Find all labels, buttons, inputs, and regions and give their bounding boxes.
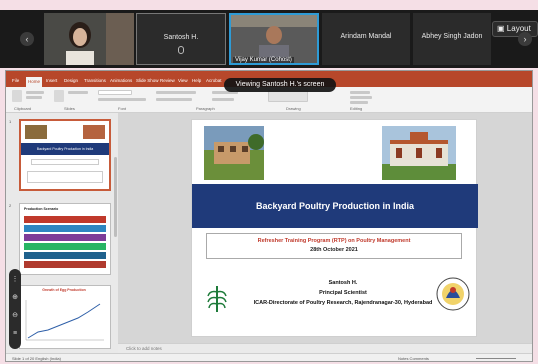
drag-handle-icon[interactable]: ≡ (9, 327, 21, 341)
participant-tile-abhey[interactable]: Abhey Singh Jadon (413, 13, 491, 65)
participant-strip: ‹ Santosh H. Vijay Kumar (Cohost) Arinda… (0, 10, 538, 68)
thumbnail-row (24, 252, 106, 259)
thumbnail-photo (83, 125, 105, 139)
ribbon-group-label: Editing (350, 106, 363, 111)
menu-review[interactable]: Review (160, 78, 175, 83)
person-video-icon (44, 13, 134, 65)
slide-date: 28th October 2021 (310, 247, 358, 253)
icar-logo-icon (202, 282, 232, 316)
slide-program: Refresher Training Program (RTP) on Poul… (257, 238, 411, 244)
participant-tile-santosh[interactable]: Santosh H. (136, 13, 226, 65)
menu-transitions[interactable]: Transitions (84, 78, 106, 83)
zoom-window: ‹ Santosh H. Vijay Kumar (Cohost) Arinda… (0, 0, 538, 364)
thumbnails-scrollbar[interactable] (114, 157, 117, 237)
menu-home[interactable]: Home (26, 77, 43, 87)
zoom-side-toolbar: ⋮ ⊕ ⊖ ≡ (9, 269, 21, 349)
paste-button[interactable] (12, 90, 22, 102)
status-left: Slide 1 of 20 English (India) (12, 356, 61, 361)
thumbnail-title: Backyard Poultry Production in India (21, 143, 109, 155)
menu-file[interactable]: File (12, 78, 19, 83)
thumbnail-number: 2 (9, 203, 12, 208)
thumbnail-title: Production Scenario (24, 207, 59, 211)
building-photo (204, 126, 264, 180)
chevron-left-icon[interactable]: ‹ (20, 32, 34, 46)
participant-tile-arindam[interactable]: Arindam Mandal (322, 13, 410, 65)
thumbnail-row (24, 261, 106, 268)
thumbnail-row (24, 225, 106, 232)
shared-screen: File Home Insert Design Transitions Anim… (5, 70, 533, 362)
ribbon-control[interactable] (98, 98, 146, 101)
speaker-name: Santosh H. (328, 280, 358, 286)
zoom-slider[interactable] (476, 358, 516, 359)
menu-slideshow[interactable]: Slide Show (136, 78, 159, 83)
slide-speaker-area: Santosh H. Principal Scientist ICAR-Dire… (192, 277, 478, 332)
thumbnail-slide-1[interactable]: Backyard Poultry Production in India (19, 119, 111, 191)
thumbnail-slide-2[interactable]: Production Scenario (19, 203, 111, 275)
thumbnail-photo (25, 125, 47, 139)
slide-editor: Backyard Poultry Production in India Ref… (118, 113, 532, 353)
speaker-institute: ICAR-Directorate of Poultry Research, Ra… (253, 300, 433, 306)
thumbnail-row (24, 243, 106, 250)
thumbnail-text (31, 159, 99, 165)
ribbon-control[interactable] (156, 91, 196, 94)
menu-animations[interactable]: Animations (110, 78, 132, 83)
participant-name: Santosh H. (163, 34, 199, 41)
chevron-right-icon[interactable]: › (518, 32, 532, 46)
institute-building-photo (382, 126, 456, 180)
ribbon-control[interactable] (350, 101, 368, 104)
participant-tile-vijay[interactable]: Vijay Kumar (Cohost) (229, 13, 319, 65)
thumbnail-row (24, 216, 106, 223)
ribbon-group-label: Slides (64, 106, 75, 111)
menu-insert[interactable]: Insert (46, 78, 57, 83)
zoom-out-icon[interactable]: ⊖ (9, 309, 21, 323)
ribbon-group-label: Font (118, 106, 127, 111)
zoom-in-icon[interactable]: ⊕ (9, 291, 21, 305)
viewing-screen-banner: Viewing Santosh H.'s screen (224, 78, 336, 92)
more-icon[interactable]: ⋮ (9, 273, 21, 287)
thumbnail-line-chart (25, 300, 104, 341)
menu-help[interactable]: Help (192, 78, 201, 83)
status-bar: Slide 1 of 20 English (India) Notes Comm… (6, 353, 532, 361)
thumbnail-number: 1 (9, 119, 12, 124)
thumbnail-slide-3[interactable]: Growth of Egg Production (19, 285, 111, 349)
ribbon-control[interactable] (68, 91, 88, 94)
notes-pane[interactable]: Click to add notes (118, 343, 532, 353)
new-slide-button[interactable] (54, 90, 64, 102)
ribbon-control[interactable] (26, 96, 42, 99)
ribbon-control[interactable] (156, 98, 192, 101)
participant-video-self[interactable] (44, 13, 134, 65)
menu-view[interactable]: View (178, 78, 188, 83)
ribbon-group-label: Drawing (286, 106, 301, 111)
mic-icon (178, 46, 184, 54)
ribbon-control[interactable] (26, 91, 44, 94)
layout-icon: ▣ (497, 24, 505, 33)
dpr-logo-icon (436, 277, 470, 311)
ribbon-group-label: Paragraph (196, 106, 215, 111)
thumbnail-row (24, 234, 106, 241)
participant-name: Arindam Mandal (340, 33, 392, 40)
participant-name: Vijay Kumar (Cohost) (233, 57, 294, 63)
font-name-select[interactable] (98, 90, 132, 95)
participant-name: Abhey Singh Jadon (421, 33, 483, 40)
thumbnail-text (27, 171, 103, 183)
thumbnail-title: Growth of Egg Production (42, 288, 86, 292)
speaker-designation: Principal Scientist (319, 290, 367, 296)
ribbon-group-label: Clipboard (14, 106, 32, 111)
ribbon-control[interactable] (212, 98, 234, 101)
ribbon-control[interactable] (350, 91, 370, 94)
menu-acrobat[interactable]: Acrobat (206, 78, 222, 83)
slide-canvas[interactable]: Backyard Poultry Production in India Ref… (191, 119, 478, 337)
slide-title: Backyard Poultry Production in India (192, 184, 478, 228)
slide-program-box: Refresher Training Program (RTP) on Poul… (206, 233, 462, 259)
ribbon-control[interactable] (350, 96, 372, 99)
status-right[interactable]: Notes Comments (398, 354, 429, 361)
slide-thumbnails-pane: 1 Backyard Poultry Production in India 2… (6, 113, 118, 353)
menu-design[interactable]: Design (64, 78, 78, 83)
